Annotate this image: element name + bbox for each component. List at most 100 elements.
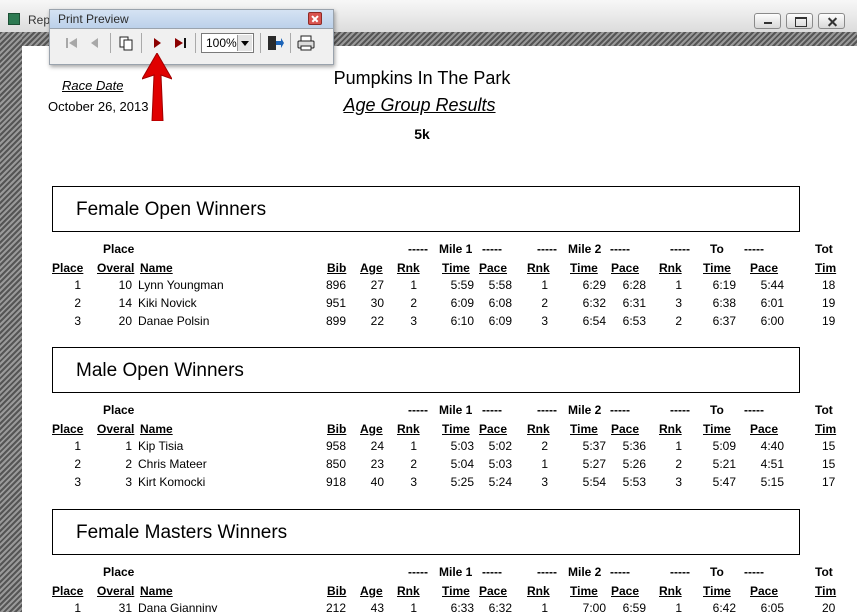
column-header-bib: Bib — [327, 584, 347, 598]
column-header-rnk: Rnk — [659, 261, 682, 275]
section-title: Male Open Winners — [76, 360, 244, 381]
column-header-rnk: Rnk — [397, 261, 420, 275]
table-cell: 5:15 — [760, 475, 784, 489]
previous-page-button[interactable] — [84, 32, 106, 54]
printer-icon — [297, 35, 315, 51]
place-overall-header: Place — [103, 565, 135, 579]
table-cell: 1 — [675, 601, 682, 612]
zoom-value: 100% — [206, 36, 237, 50]
table-cell: 10 — [118, 278, 132, 292]
table-cell: 5:47 — [712, 475, 736, 489]
dash-separator: ----- — [482, 242, 502, 256]
table-cell: 2 — [125, 457, 132, 471]
column-header-name: Name — [140, 422, 173, 436]
table-cell: 6:32 — [488, 601, 512, 612]
exit-door-icon — [268, 36, 284, 50]
table-cell: 3 — [74, 314, 81, 328]
next-page-icon — [154, 38, 161, 48]
column-header-rnk: Rnk — [397, 584, 420, 598]
table-cell: 212 — [326, 601, 347, 612]
red-arrow-annotation — [142, 53, 172, 121]
table-cell: 5:25 — [450, 475, 474, 489]
table-cell: 2 — [675, 457, 682, 471]
table-cell: 2 — [675, 314, 682, 328]
table-cell: 5:37 — [582, 439, 606, 453]
table-cell: 18 — [822, 278, 836, 292]
column-header-rnk: Rnk — [527, 584, 550, 598]
mile1-header: Mile 1 — [439, 403, 473, 417]
table-cell: 1 — [410, 601, 417, 612]
toolbar-close-icon[interactable] — [308, 12, 322, 25]
app-icon — [8, 13, 20, 25]
column-header-rnk: Rnk — [527, 261, 550, 275]
table-cell: 6:05 — [760, 601, 784, 612]
table-cell: 3 — [410, 475, 417, 489]
table-cell: 3 — [675, 475, 682, 489]
chevron-down-icon[interactable] — [237, 35, 252, 51]
column-header-age: Age — [360, 422, 383, 436]
dash-separator: ----- — [610, 242, 630, 256]
column-header-pace: Pace — [750, 422, 779, 436]
table-cell: 3 — [541, 475, 548, 489]
table-cell: 2 — [410, 296, 417, 310]
column-header-time: Time — [570, 261, 598, 275]
table-cell: 6:00 — [760, 314, 784, 328]
column-header-rnk: Rnk — [659, 422, 682, 436]
dash-separator: ----- — [744, 242, 764, 256]
table-cell: 6:09 — [450, 296, 474, 310]
table-cell: 1 — [541, 278, 548, 292]
table-cell: 6:59 — [622, 601, 646, 612]
print-preview-title: Print Preview — [58, 12, 129, 26]
table-cell: 6:33 — [450, 601, 474, 612]
print-preview-toolbar[interactable]: Print Preview 100% — [49, 9, 334, 65]
first-page-icon — [66, 38, 77, 48]
multi-page-button[interactable] — [115, 32, 137, 54]
table-cell: 6:09 — [488, 314, 512, 328]
column-header-time: Time — [442, 422, 470, 436]
table-cell: 24 — [370, 439, 384, 453]
column-header-overal: Overal — [97, 584, 135, 598]
toolbar-separator — [290, 33, 291, 53]
table-cell: 1 — [675, 439, 682, 453]
table-cell: 6:32 — [582, 296, 606, 310]
to-header: To — [710, 565, 724, 579]
window-title: Rep — [28, 13, 51, 27]
table-cell: 2 — [541, 296, 548, 310]
exit-preview-button[interactable] — [264, 32, 286, 54]
table-cell: 43 — [370, 601, 384, 612]
column-header-age: Age — [360, 584, 383, 598]
table-cell: 6:42 — [712, 601, 736, 612]
print-button[interactable] — [295, 32, 317, 54]
print-preview-caption[interactable]: Print Preview — [50, 10, 333, 29]
table-cell: 5:53 — [622, 475, 646, 489]
zoom-select[interactable]: 100% — [201, 33, 254, 53]
table-cell: 896 — [326, 278, 347, 292]
table-cell: 850 — [326, 457, 347, 471]
dash-separator: ----- — [482, 403, 502, 417]
report-page: Race Date October 26, 2013 Pumpkins In T… — [22, 46, 857, 612]
column-header-bib: Bib — [327, 261, 347, 275]
close-button[interactable] — [818, 13, 845, 29]
first-page-button[interactable] — [61, 32, 83, 54]
table-cell: 1 — [410, 278, 417, 292]
next-page-button[interactable] — [146, 32, 168, 54]
total-header: Tot — [815, 242, 833, 256]
table-cell: Kip Tisia — [138, 439, 184, 453]
mile2-header: Mile 2 — [568, 565, 602, 579]
minimize-button[interactable] — [754, 13, 781, 29]
column-header-overal: Overal — [97, 261, 135, 275]
column-header-pace: Pace — [479, 584, 508, 598]
table-cell: 958 — [326, 439, 347, 453]
dash-separator: ----- — [408, 242, 428, 256]
column-header-tim: Tim — [815, 584, 837, 598]
maximize-button[interactable] — [786, 13, 813, 29]
report-viewport: Race Date October 26, 2013 Pumpkins In T… — [0, 32, 857, 612]
race-distance: 5k — [414, 126, 430, 142]
table-cell: 5:21 — [712, 457, 736, 471]
table-cell: 5:24 — [488, 475, 512, 489]
dash-separator: ----- — [537, 403, 557, 417]
table-cell: 5:27 — [582, 457, 606, 471]
last-page-button[interactable] — [169, 32, 191, 54]
table-cell: 951 — [326, 296, 347, 310]
section-header-box: Female Open Winners — [52, 186, 800, 232]
